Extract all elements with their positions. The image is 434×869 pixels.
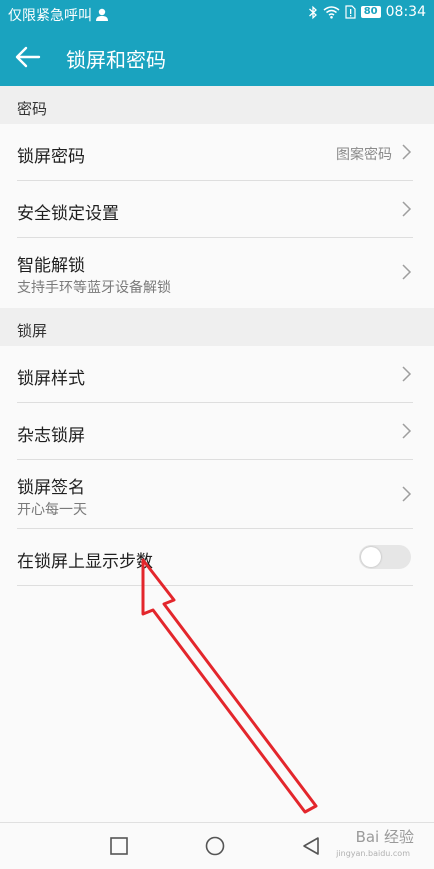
lock-password-label: 锁屏密码 [17, 147, 85, 167]
sim-alert-icon [345, 5, 356, 19]
smart-unlock-label: 智能解锁 [17, 256, 85, 276]
chevron-right-icon [402, 423, 412, 439]
watermark: Bai 经验 [355, 828, 414, 846]
lock-style-row[interactable]: 锁屏样式 [0, 346, 434, 402]
chevron-right-icon [402, 201, 412, 217]
recent-apps-button[interactable] [108, 835, 130, 857]
status-bar: 仅限紧急呼叫 80 08:34 [0, 0, 434, 28]
status-right: 80 08:34 [308, 4, 426, 20]
show-steps-label: 在锁屏上显示步数 [17, 552, 153, 572]
chevron-right-icon [402, 264, 412, 280]
wifi-icon [323, 6, 340, 19]
back-button[interactable] [12, 41, 44, 73]
toggle-knob [361, 547, 381, 567]
section-header-lockscreen: 锁屏 [0, 308, 434, 346]
section-title-password: 密码 [17, 100, 48, 118]
status-left: 仅限紧急呼叫 [8, 5, 109, 25]
section-title-lockscreen: 锁屏 [17, 322, 48, 340]
lock-signature-row[interactable]: 锁屏签名 开心每一天 [0, 460, 434, 528]
secure-lock-row[interactable]: 安全锁定设置 [0, 181, 434, 237]
lock-password-value: 图案密码 [336, 147, 392, 163]
chevron-right-icon [402, 366, 412, 382]
chevron-right-icon [402, 144, 412, 160]
battery-level: 80 [360, 6, 381, 18]
show-steps-row[interactable]: 在锁屏上显示步数 [0, 529, 434, 585]
circle-icon [205, 836, 225, 856]
lock-signature-subtitle: 开心每一天 [17, 502, 87, 518]
person-icon [96, 8, 108, 21]
back-nav-button[interactable] [300, 835, 322, 857]
bluetooth-icon [308, 5, 317, 19]
page-title: 锁屏和密码 [66, 48, 166, 72]
magazine-lock-label: 杂志锁屏 [17, 426, 85, 446]
smart-unlock-subtitle: 支持手环等蓝牙设备解锁 [17, 280, 171, 296]
watermark-sub: jingyan.baidu.com [336, 849, 410, 858]
lock-style-label: 锁屏样式 [17, 369, 85, 389]
show-steps-toggle[interactable] [359, 545, 411, 569]
secure-lock-label: 安全锁定设置 [17, 204, 119, 224]
carrier-text: 仅限紧急呼叫 [8, 8, 92, 24]
chevron-right-icon [402, 486, 412, 502]
section-header-password: 密码 [0, 86, 434, 124]
app-bar: 锁屏和密码 [0, 28, 434, 86]
magazine-lock-row[interactable]: 杂志锁屏 [0, 403, 434, 459]
divider [17, 585, 413, 586]
triangle-back-icon [303, 837, 319, 855]
arrow-left-icon [15, 46, 41, 68]
home-button[interactable] [204, 835, 226, 857]
smart-unlock-row[interactable]: 智能解锁 支持手环等蓝牙设备解锁 [0, 238, 434, 308]
lock-password-row[interactable]: 锁屏密码 图案密码 [0, 124, 434, 180]
square-icon [110, 837, 128, 855]
status-time: 08:34 [385, 4, 426, 20]
lock-signature-label: 锁屏签名 [17, 478, 85, 498]
